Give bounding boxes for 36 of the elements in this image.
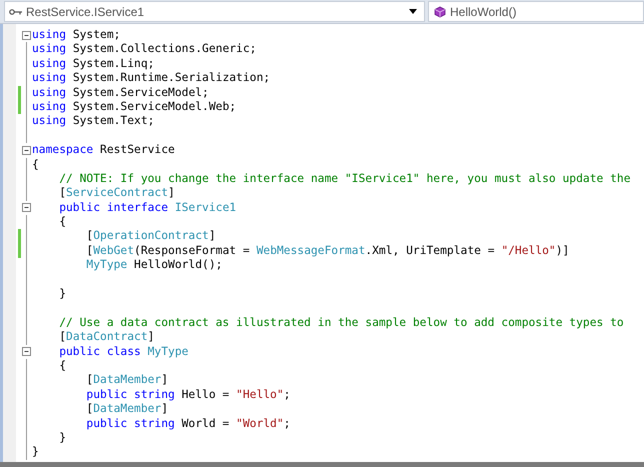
code-line: namespace RestService	[32, 143, 175, 158]
code-line: }	[32, 445, 39, 460]
member-dropdown[interactable]: HelloWorld()	[428, 1, 644, 22]
collapse-icon[interactable]	[21, 202, 32, 214]
type-dropdown[interactable]: RestService.IService1	[4, 1, 425, 22]
code-line: public string World = "World";	[85, 416, 290, 431]
code-line: }	[58, 430, 66, 446]
code-line: // Use a data contract as illustrated in the sample below to add composite types to	[58, 316, 624, 330]
code-line: [OperationContract]	[85, 229, 216, 244]
code-line: {	[58, 215, 66, 230]
collapse-icon[interactable]	[21, 144, 32, 156]
code-line: using System.Linq;	[32, 56, 154, 72]
code-line: {	[32, 158, 39, 172]
code-line: [DataContract]	[58, 330, 154, 345]
collapse-icon[interactable]	[21, 346, 32, 358]
code-line: {	[58, 358, 66, 374]
code-line: [DataMember]	[85, 402, 168, 417]
code-line: [WebGet(ResponseFormat = WebMessageFormat.Xml, UriTemplate = "/Hello")]	[85, 244, 570, 258]
collapse-icon[interactable]	[21, 30, 32, 41]
code-line: using System.Text;	[32, 114, 154, 129]
code-line: [ServiceContract]	[58, 186, 175, 201]
code-line: [DataMember]	[85, 373, 168, 388]
code-line: MyType HelloWorld();	[85, 258, 222, 273]
code-line: using System.Runtime.Serialization;	[32, 71, 270, 86]
key-icon	[9, 8, 23, 16]
code-line: // NOTE: If you change the interface name "IService1" here, you must also update the	[58, 172, 631, 186]
code-line: }	[58, 287, 66, 302]
cube-icon	[433, 6, 447, 18]
code-line: using System.ServiceModel;	[32, 86, 209, 100]
code-line: using System;	[32, 28, 120, 42]
code-line: using System.Collections.Generic;	[32, 42, 256, 57]
code-line: public interface IService1	[58, 200, 236, 216]
code-line: using System.ServiceModel.Web;	[32, 100, 236, 114]
code-line: public class MyType	[58, 344, 188, 359]
code-line: public string Hello = "Hello";	[85, 388, 290, 402]
caret-icon	[409, 9, 417, 14]
